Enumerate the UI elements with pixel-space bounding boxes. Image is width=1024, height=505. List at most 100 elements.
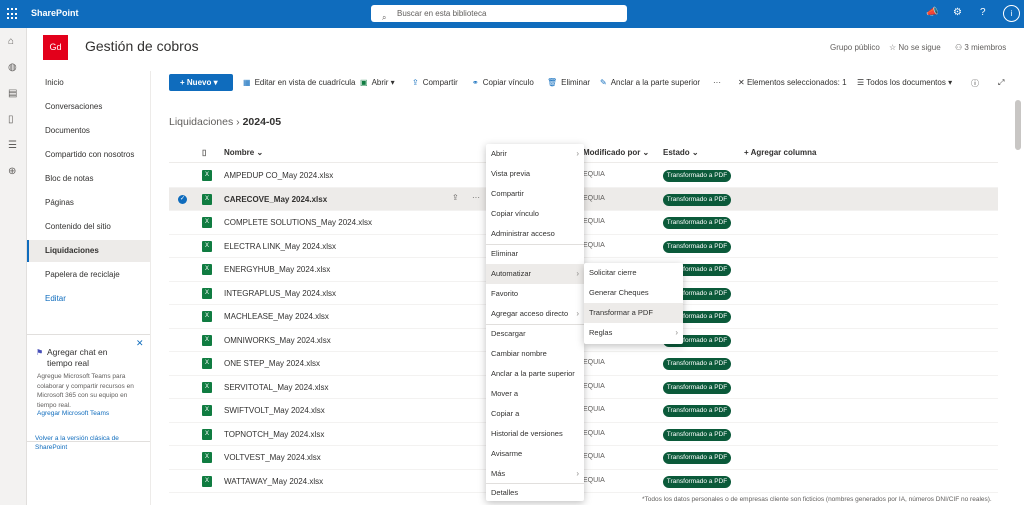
menu-item[interactable]: Anclar a la parte superior xyxy=(486,364,584,384)
nav-item-documentos[interactable]: Documentos xyxy=(27,120,150,142)
file-name[interactable]: TOPNOTCH_May 2024.xlsx xyxy=(224,430,324,439)
file-name[interactable]: MACHLEASE_May 2024.xlsx xyxy=(224,312,329,321)
open-button[interactable]: ▣ Abrir ▾ xyxy=(360,78,395,87)
menu-item[interactable]: Administrar acceso xyxy=(486,224,584,244)
nav-item-bloc[interactable]: Bloc de notas xyxy=(27,168,150,190)
column-modified-by[interactable]: Modificado por ⌄ xyxy=(583,148,649,157)
file-icon[interactable]: ▯ xyxy=(8,114,14,125)
submenu-item[interactable]: Solicitar cierre xyxy=(584,263,683,283)
menu-item[interactable]: Automatizar › xyxy=(486,264,584,284)
gear-icon[interactable]: ⚙ xyxy=(953,7,962,18)
selected-count[interactable]: ✕ Elementos seleccionados: 1 xyxy=(738,78,847,87)
file-name[interactable]: OMNIWORKS_May 2024.xlsx xyxy=(224,336,331,345)
file-name[interactable]: ELECTRA LINK_May 2024.xlsx xyxy=(224,242,336,251)
add-column-button[interactable]: + Agregar columna xyxy=(744,148,816,157)
file-name[interactable]: COMPLETE SOLUTIONS_May 2024.xlsx xyxy=(224,218,372,227)
copy-link-button[interactable]: ⚭ Copiar vínculo xyxy=(472,78,534,87)
expand-icon[interactable]: ⤢ xyxy=(998,78,1004,88)
share-button[interactable]: ⇪ Compartir xyxy=(412,78,458,87)
column-status[interactable]: Estado ⌄ xyxy=(663,148,699,157)
nav-item-liquidaciones[interactable]: Liquidaciones xyxy=(27,240,150,262)
classic-view-link[interactable]: Volver a la versión clásica de SharePoin… xyxy=(35,434,143,452)
new-label: Nuevo xyxy=(186,78,212,87)
menu-item[interactable]: Copiar a xyxy=(486,404,584,424)
file-name[interactable]: INTEGRAPLUS_May 2024.xlsx xyxy=(224,289,336,298)
menu-item[interactable]: Avisarme xyxy=(486,444,584,464)
home-icon[interactable]: ⌂ xyxy=(8,36,14,47)
grid-view-label: Editar en vista de cuadrícula xyxy=(254,78,356,87)
brand-name[interactable]: SharePoint xyxy=(31,8,79,18)
submenu-item[interactable]: Generar Cheques xyxy=(584,283,683,303)
search-input[interactable]: ⌕ Buscar en esta biblioteca xyxy=(371,5,627,22)
nav-item-inicio[interactable]: Inicio xyxy=(27,72,150,94)
file-name[interactable]: VOLTVEST_May 2024.xlsx xyxy=(224,453,321,462)
nav-item-compartido[interactable]: Compartido con nosotros xyxy=(27,144,150,166)
menu-item[interactable]: Historial de versiones xyxy=(486,424,584,444)
file-name[interactable]: WATTAWAY_May 2024.xlsx xyxy=(224,477,323,486)
info-icon[interactable]: ⓘ xyxy=(971,78,979,89)
menu-item[interactable]: Agregar acceso directo › xyxy=(486,304,584,324)
nav-item-paginas[interactable]: Páginas xyxy=(27,192,150,214)
pin-button[interactable]: ✎ Anclar a la parte superior xyxy=(600,78,700,87)
news-icon[interactable]: ▤ xyxy=(8,88,17,99)
submenu-item-label: Reglas xyxy=(589,328,613,337)
menu-item[interactable]: Copiar vínculo xyxy=(486,204,584,224)
menu-item[interactable]: Más › xyxy=(486,464,584,484)
selected-label: Elementos seleccionados: 1 xyxy=(746,78,847,87)
help-icon[interactable]: ? xyxy=(980,7,986,18)
nav-edit-link[interactable]: Editar xyxy=(27,288,150,310)
more-row-icon[interactable]: ··· xyxy=(472,193,480,202)
menu-item[interactable]: Cambiar nombre xyxy=(486,344,584,364)
add-teams-link[interactable]: Agregar Microsoft Teams xyxy=(37,410,109,417)
file-name[interactable]: SERVITOTAL_May 2024.xlsx xyxy=(224,383,329,392)
excel-icon: X xyxy=(202,240,212,252)
menu-item[interactable]: Compartir xyxy=(486,184,584,204)
file-name[interactable]: ONE STEP_May 2024.xlsx xyxy=(224,359,320,368)
delete-button[interactable]: 🗑 Eliminar xyxy=(547,78,590,87)
lists-icon[interactable]: ☰ xyxy=(8,140,17,151)
file-name[interactable]: CARECOVE_May 2024.xlsx xyxy=(224,195,327,204)
menu-item[interactable]: Abrir › xyxy=(486,144,584,164)
view-switcher[interactable]: ☰ Todos los documentos ▾ xyxy=(857,78,952,87)
menu-item[interactable]: Detalles xyxy=(486,483,584,503)
column-name[interactable]: Nombre ⌄ xyxy=(224,148,263,157)
members-button[interactable]: ⚇ 3 miembros xyxy=(955,43,1006,52)
more-button[interactable]: ··· xyxy=(713,78,721,87)
site-title[interactable]: Gestión de cobros xyxy=(85,38,199,54)
close-icon[interactable]: ✕ xyxy=(136,338,144,349)
nav-item-contenido[interactable]: Contenido del sitio xyxy=(27,216,150,238)
status-badge: Transformado a PDF xyxy=(663,475,731,488)
nav-item-conversaciones[interactable]: Conversaciones xyxy=(27,96,150,118)
chevron-right-icon: › xyxy=(675,328,678,337)
globe-icon[interactable]: ◍ xyxy=(8,62,17,73)
create-icon[interactable]: ⊕ xyxy=(8,166,16,177)
checkmark-icon[interactable]: ✓ xyxy=(178,194,187,204)
new-button[interactable]: + Nuevo ▾ xyxy=(169,74,233,91)
file-name[interactable]: SWIFTVOLT_May 2024.xlsx xyxy=(224,406,325,415)
breadcrumb-root[interactable]: Liquidaciones xyxy=(169,116,233,128)
site-header: Gd Gestión de cobros Grupo público ☆ No … xyxy=(27,28,1024,71)
file-name[interactable]: AMPEDUP CO_May 2024.xlsx xyxy=(224,171,333,180)
app-launcher-icon[interactable] xyxy=(7,8,19,20)
file-name[interactable]: ENERGYHUB_May 2024.xlsx xyxy=(224,265,330,274)
breadcrumb: Liquidaciones › 2024-05 xyxy=(169,116,281,128)
menu-item-label: Avisarme xyxy=(491,449,523,458)
megaphone-icon[interactable]: 📣 xyxy=(926,7,938,18)
menu-item[interactable]: Eliminar xyxy=(486,244,584,264)
menu-item-label: Detalles xyxy=(491,488,519,497)
menu-item[interactable]: Vista previa xyxy=(486,164,584,184)
submenu-item-label: Transformar a PDF xyxy=(589,308,653,317)
avatar[interactable]: i xyxy=(1003,5,1020,22)
grid-view-button[interactable]: ▦ Editar en vista de cuadrícula xyxy=(243,78,356,87)
site-logo[interactable]: Gd xyxy=(43,35,68,60)
nav-item-papelera[interactable]: Papelera de reciclaje xyxy=(27,264,150,286)
menu-item[interactable]: Descargar xyxy=(486,324,584,344)
chevron-right-icon: › xyxy=(576,469,579,478)
submenu-item[interactable]: Transformar a PDF xyxy=(584,303,683,323)
submenu-item[interactable]: Reglas › xyxy=(584,323,683,343)
scrollbar[interactable] xyxy=(1015,100,1021,150)
menu-item[interactable]: Mover a xyxy=(486,384,584,404)
share-row-icon[interactable]: ⇪ xyxy=(452,193,459,202)
follow-button[interactable]: ☆ No se sigue xyxy=(889,43,941,52)
menu-item[interactable]: Favorito xyxy=(486,284,584,304)
